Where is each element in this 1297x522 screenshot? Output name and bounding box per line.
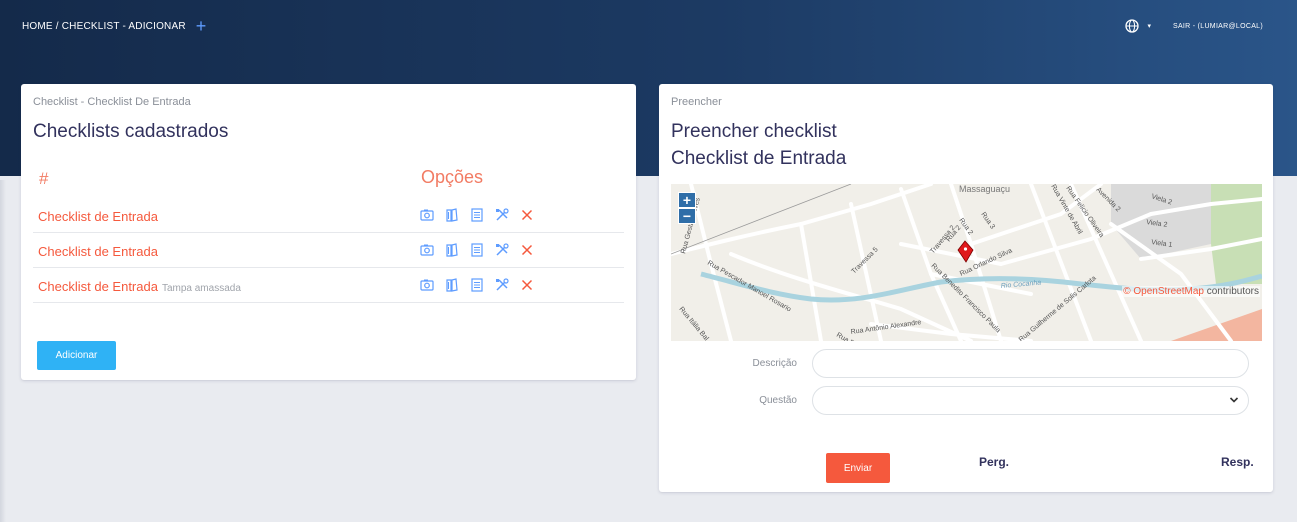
close-icon[interactable] xyxy=(519,207,535,223)
attribution-text: contributors xyxy=(1203,286,1259,297)
chevron-down-icon xyxy=(1229,397,1239,403)
document-icon[interactable] xyxy=(469,242,485,258)
add-plus-icon[interactable]: + xyxy=(196,17,207,35)
tools-icon[interactable] xyxy=(494,277,510,293)
side-edge xyxy=(0,180,6,522)
book-icon[interactable] xyxy=(444,277,460,293)
table-row: Checklist de Entrada xyxy=(33,198,624,233)
camera-icon[interactable] xyxy=(419,207,435,223)
top-navbar: HOME / CHECKLIST - ADICIONAR + ▾ SAIR - … xyxy=(22,17,1263,35)
map-attribution: © OpenStreetMap contributors xyxy=(1122,286,1260,297)
description-label: Descrição xyxy=(752,358,797,369)
description-input[interactable] xyxy=(812,349,1249,378)
card-subtitle: Checklist - Checklist De Entrada xyxy=(33,96,191,108)
row-actions xyxy=(419,277,535,293)
card-title: Checklists cadastrados xyxy=(33,121,229,142)
language-caret-icon[interactable]: ▾ xyxy=(1147,22,1151,30)
card-subtitle: Preencher xyxy=(671,96,722,108)
checklist-name: Checklist de Entrada xyxy=(671,148,847,169)
row-actions xyxy=(419,242,535,258)
breadcrumb-text[interactable]: HOME / CHECKLIST - ADICIONAR xyxy=(22,21,186,32)
add-button[interactable]: Adicionar xyxy=(37,341,116,370)
book-icon[interactable] xyxy=(444,207,460,223)
checklist-name: Checklist de Entrada xyxy=(38,244,158,259)
map-zoom-controls: + − xyxy=(678,192,696,224)
checklist-name: Checklist de Entrada xyxy=(38,279,158,294)
camera-icon[interactable] xyxy=(419,277,435,293)
camera-icon[interactable] xyxy=(419,242,435,258)
checklist-list-card: Checklist - Checklist De Entrada Checkli… xyxy=(21,84,636,380)
globe-icon[interactable] xyxy=(1125,19,1140,33)
close-icon[interactable] xyxy=(519,242,535,258)
close-icon[interactable] xyxy=(519,277,535,293)
checklist-name: Checklist de Entrada xyxy=(38,209,158,224)
tools-icon[interactable] xyxy=(494,207,510,223)
fill-checklist-card: Preencher Preencher checklist Checklist … xyxy=(659,84,1273,492)
header-tools: ▾ SAIR - (LUMIAR@LOCAL) xyxy=(1125,19,1263,33)
map-label: Massaguaçu xyxy=(959,184,1010,194)
zoom-in-button[interactable]: + xyxy=(678,192,696,208)
document-icon[interactable] xyxy=(469,277,485,293)
tools-icon[interactable] xyxy=(494,242,510,258)
column-header-options: Opções xyxy=(421,167,484,187)
question-select[interactable] xyxy=(812,386,1249,415)
question-label: Questão xyxy=(759,395,797,406)
checklist-name-link[interactable]: Checklist de Entrada xyxy=(38,209,158,224)
question-column-header: Perg. xyxy=(979,455,1010,469)
document-icon[interactable] xyxy=(469,207,485,223)
checklist-name-link[interactable]: Checklist de Entrada Tampa amassada xyxy=(38,279,241,294)
osm-link[interactable]: © OpenStreetMap xyxy=(1123,286,1204,297)
checklist-name-link[interactable]: Checklist de Entrada xyxy=(38,244,158,259)
column-header-index: # xyxy=(39,169,49,188)
logout-link[interactable]: SAIR - (LUMIAR@LOCAL) xyxy=(1173,23,1263,30)
zoom-out-button[interactable]: − xyxy=(678,208,696,224)
breadcrumb: HOME / CHECKLIST - ADICIONAR + xyxy=(22,17,207,35)
send-button[interactable]: Enviar xyxy=(826,453,890,483)
book-icon[interactable] xyxy=(444,242,460,258)
table-row: Checklist de Entrada xyxy=(33,233,624,268)
table-header: # Opções xyxy=(33,166,624,196)
checklist-note: Tampa amassada xyxy=(161,283,241,294)
card-title: Preencher checklist xyxy=(671,121,837,142)
table-row: Checklist de Entrada Tampa amassada xyxy=(33,268,624,303)
row-actions xyxy=(419,207,535,223)
map-tiles[interactable]: Massaguaçu Viela 2 Viela 2 Viela 1 Aveni… xyxy=(671,184,1262,341)
answer-column-header: Resp. xyxy=(1221,455,1254,469)
location-map[interactable]: Massaguaçu Viela 2 Viela 2 Viela 1 Aveni… xyxy=(671,184,1262,341)
